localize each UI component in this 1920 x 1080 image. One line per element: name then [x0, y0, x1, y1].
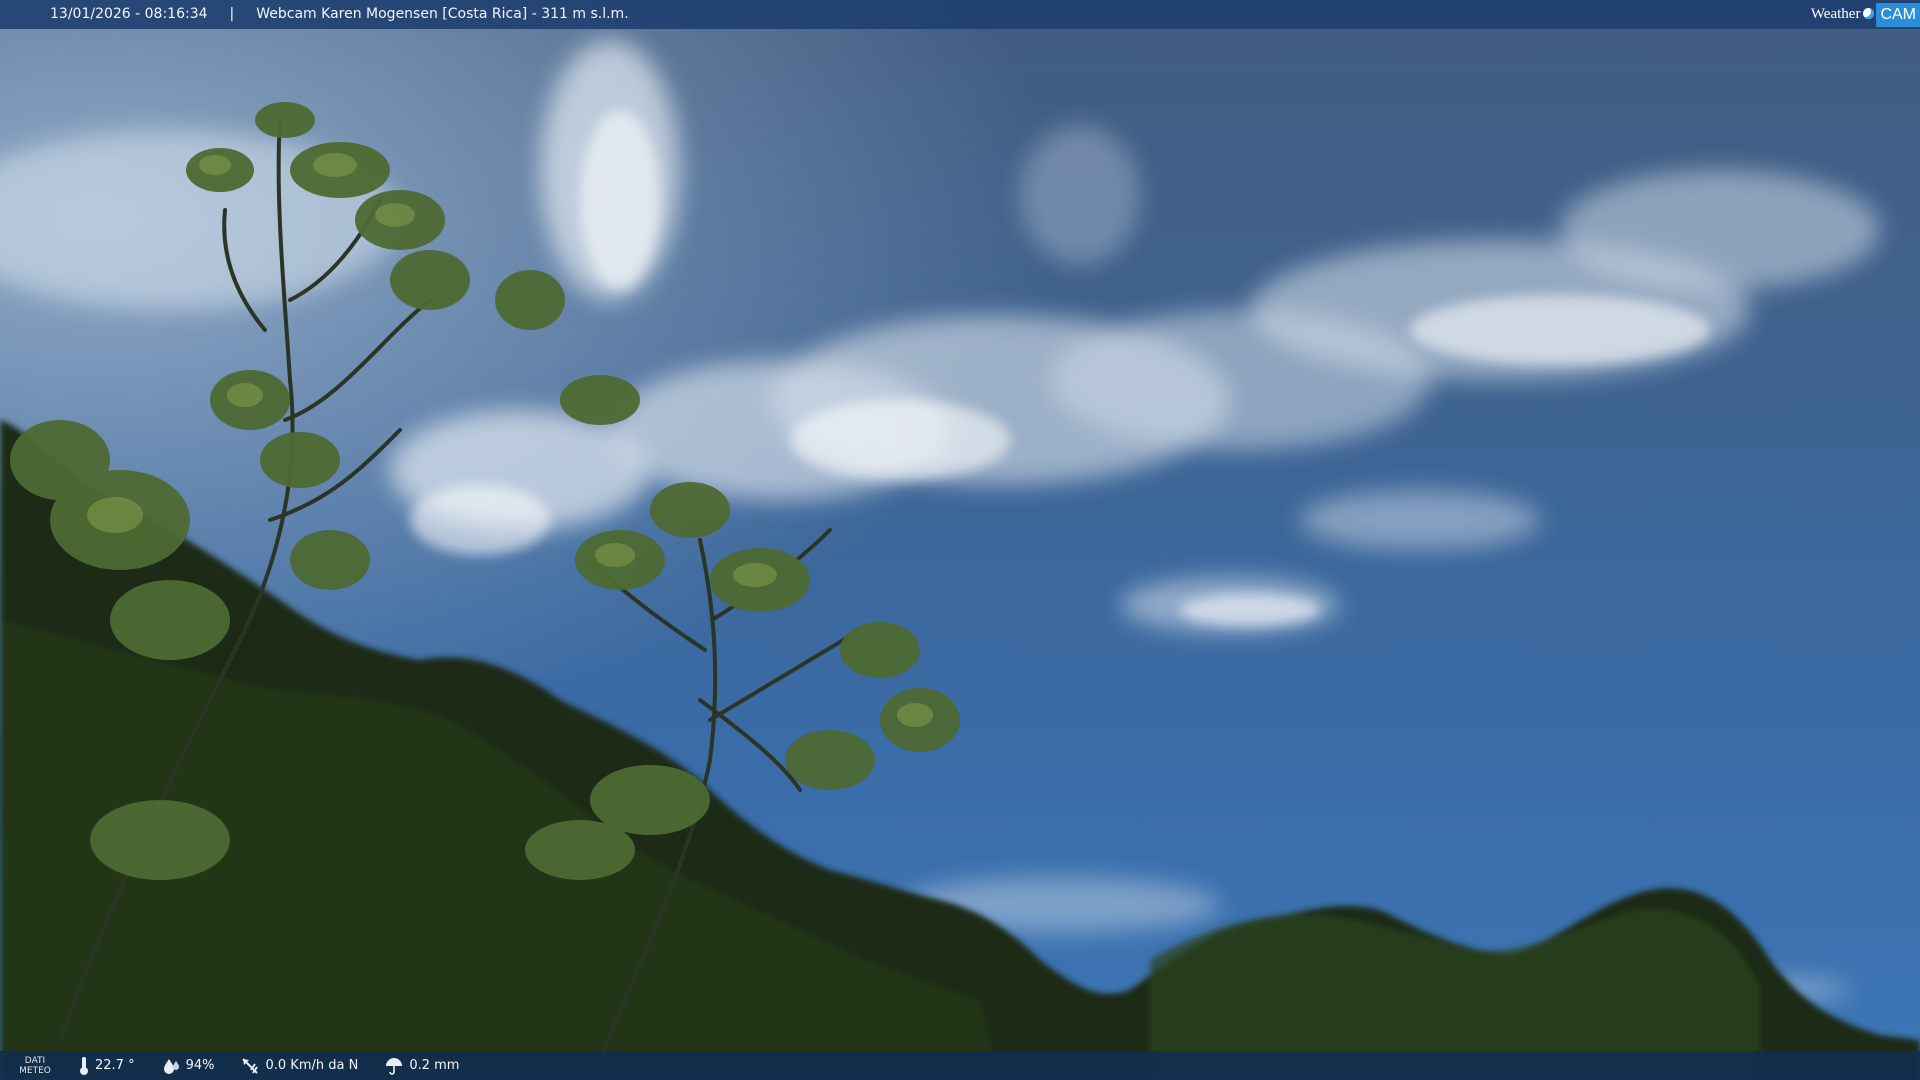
wind-vane-icon: [242, 1057, 259, 1074]
wind-reading: 0.0 Km/h da N: [240, 1056, 358, 1076]
humidity-value: 94%: [185, 1058, 215, 1073]
thermometer-icon: [80, 1056, 88, 1075]
weather-data-label-line1: DATI: [24, 1055, 46, 1066]
humidity-reading: 94%: [161, 1057, 215, 1075]
logo-cam-text: CAM: [1876, 2, 1920, 27]
logo-weather-text: Weather: [1810, 6, 1861, 22]
webcam-image: [0, 0, 1920, 1080]
rain-value: 0.2 mm: [409, 1058, 460, 1073]
header-bar: 13/01/2026 - 08:16:34 | Webcam Karen Mog…: [0, 0, 1920, 29]
header-separator: |: [229, 6, 235, 22]
timestamp: 13/01/2026 - 08:16:34: [50, 6, 208, 22]
temperature-reading: 22.7 °: [78, 1056, 135, 1076]
wind-value: 0.0 Km/h da N: [265, 1058, 359, 1073]
humidity-drops-icon: [163, 1058, 179, 1074]
rain-umbrella-icon: [386, 1057, 403, 1075]
logo-dot-icon: [1863, 8, 1875, 19]
temperature-value: 22.7 °: [95, 1058, 135, 1073]
webcam-frame: 13/01/2026 - 08:16:34 | Webcam Karen Mog…: [0, 0, 1920, 1080]
webcam-title: Webcam Karen Mogensen [Costa Rica] - 311…: [256, 6, 629, 22]
rain-reading: 0.2 mm: [384, 1056, 459, 1076]
weather-data-label-line2: METEO: [19, 1065, 51, 1076]
weathercam-logo: Weather CAM: [1811, 0, 1920, 29]
weather-data-bar: DATI METEO 22.7 ° 94% 0.0 Km/h da N 0.2 …: [0, 1051, 1920, 1080]
weather-data-label: DATI METEO: [18, 1056, 52, 1076]
